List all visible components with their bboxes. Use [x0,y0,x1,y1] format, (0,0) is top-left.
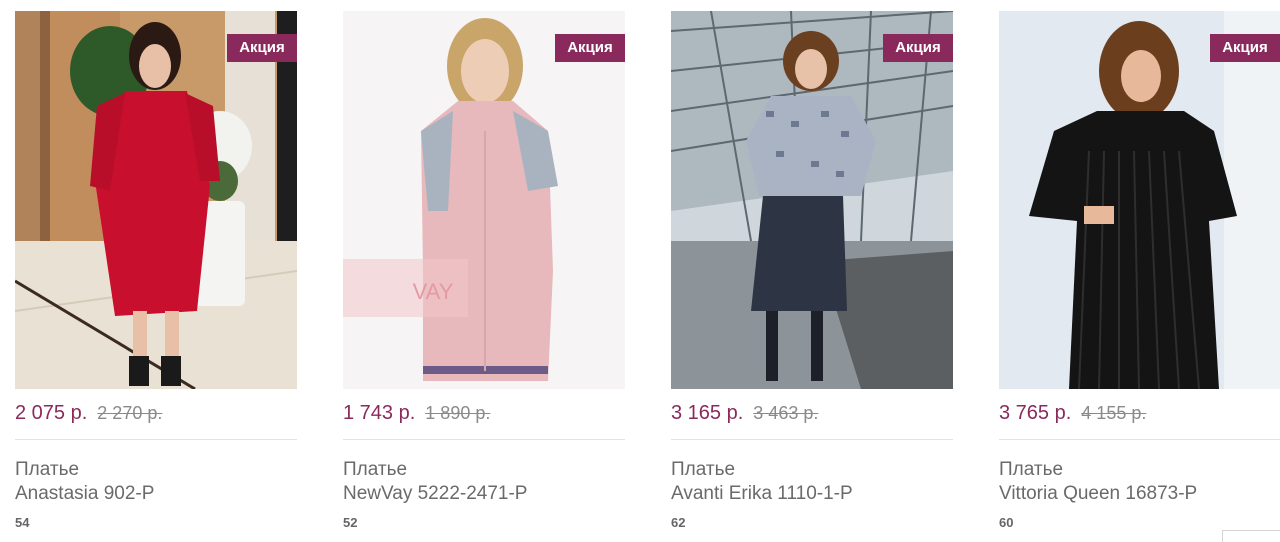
current-price: 2 075 р. [15,402,88,424]
price-row: 3 765 р. 4 155 р. [999,402,1146,425]
product-size: 60 [999,515,1014,530]
scroll-to-top-widget[interactable] [1222,530,1280,542]
sale-badge: Акция [555,34,625,62]
product-size: 52 [343,515,358,530]
price-row: 3 165 р. 3 463 р. [671,402,818,425]
product-photo[interactable]: Акция [999,11,1280,389]
product-type: Платье [671,459,736,480]
vay-watermark: VAY [413,279,454,304]
product-photo[interactable]: Акция [15,11,297,389]
sale-badge: Акция [1210,34,1280,62]
old-price: 4 155 р. [1081,403,1147,423]
product-name[interactable]: Avanti Erika 1110-1-Р [671,483,853,505]
product-name[interactable]: Anastasia 902-Р [15,483,154,505]
product-size: 62 [671,515,686,530]
product-card[interactable]: Акция 3 165 р. 3 463 р. Платье Avanti Eri… [671,11,953,542]
product-photo[interactable]: VAY Акция [343,11,625,389]
divider [15,439,297,440]
current-price: 1 743 р. [343,402,416,424]
product-type: Платье [999,459,1064,480]
old-price: 2 270 р. [97,403,163,423]
divider [343,439,625,440]
sale-badge: Акция [883,34,953,62]
price-row: 1 743 р. 1 890 р. [343,402,490,425]
divider [999,439,1280,440]
old-price: 3 463 р. [753,403,819,423]
current-price: 3 165 р. [671,402,744,424]
product-type: Платье [343,459,408,480]
current-price: 3 765 р. [999,402,1072,424]
product-photo[interactable]: Акция [671,11,953,389]
old-price: 1 890 р. [425,403,491,423]
product-grid: Акция 2 075 р. 2 270 р. Платье Anastasia … [0,0,1280,542]
product-name[interactable]: NewVay 5222-2471-Р [343,483,527,505]
product-type: Платье [15,459,80,480]
divider [671,439,953,440]
price-row: 2 075 р. 2 270 р. [15,402,162,425]
product-card[interactable]: Акция 2 075 р. 2 270 р. Платье Anastasia … [15,11,297,542]
sale-badge: Акция [227,34,297,62]
product-size: 54 [15,515,30,530]
product-name[interactable]: Vittoria Queen 16873-Р [999,483,1197,505]
product-card[interactable]: VAY Акция 1 743 р. 1 890 р. Платье NewVay… [343,11,625,542]
product-card[interactable]: Акция 3 765 р. 4 155 р. Платье Vittoria Q… [999,11,1280,542]
